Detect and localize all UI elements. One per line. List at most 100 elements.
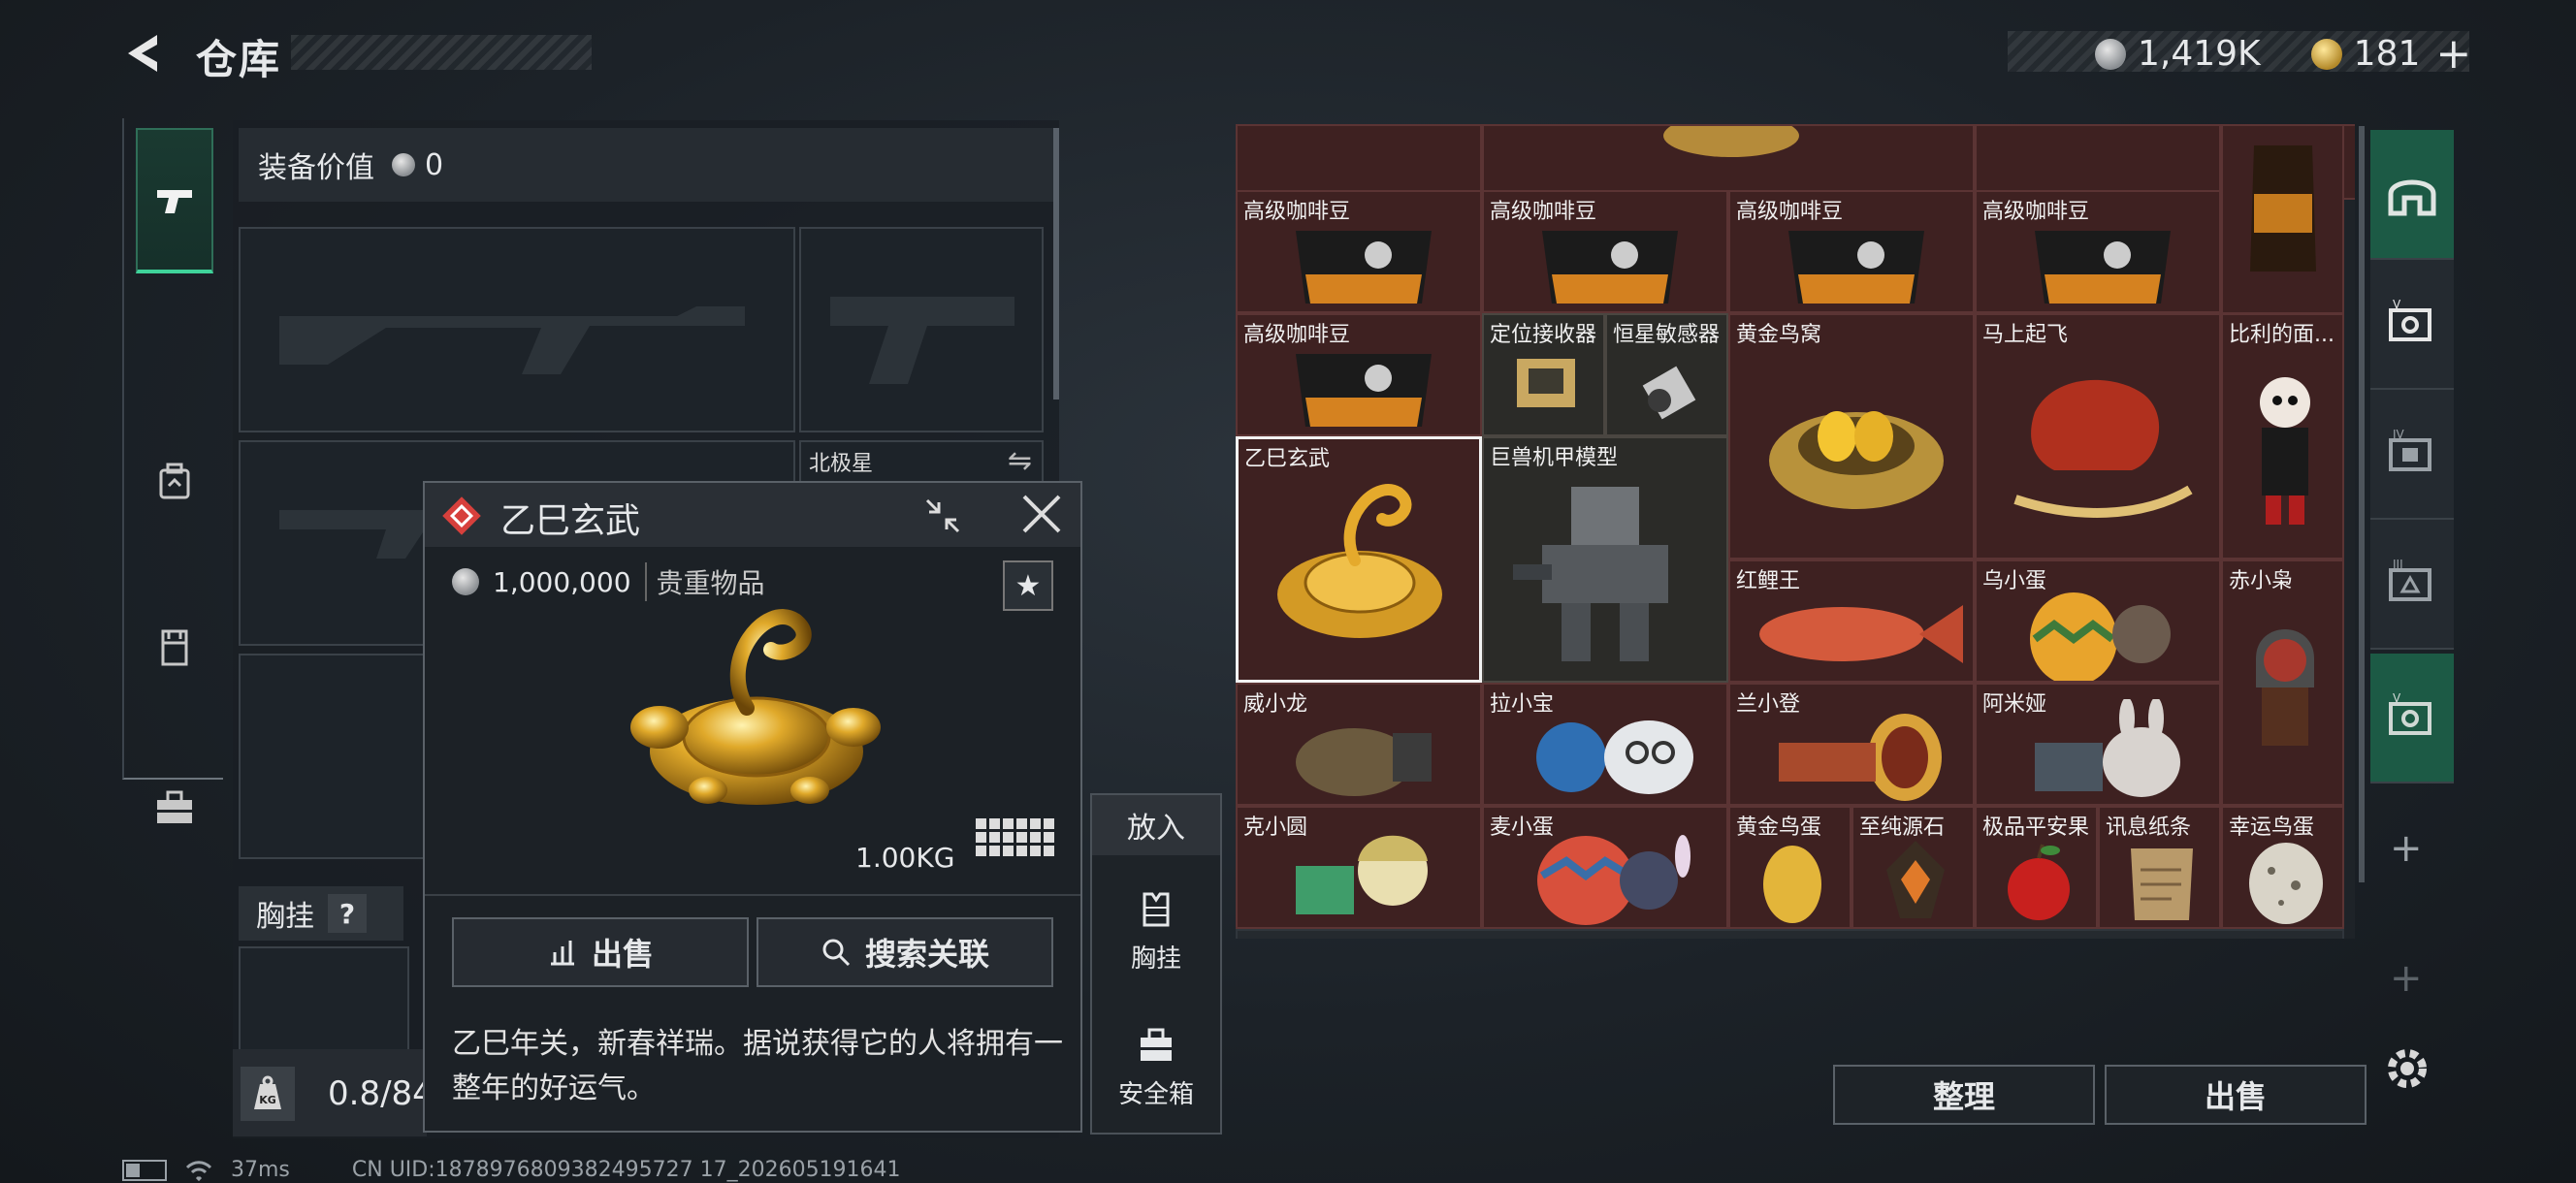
inventory-cell[interactable]: 高级咖啡豆 — [1975, 190, 2221, 313]
inventory-cell[interactable] — [1482, 124, 1975, 200]
silver-coin-icon — [2095, 38, 2126, 70]
inventory-cell[interactable]: 阿米娅 — [1975, 683, 2221, 806]
sell-item-button[interactable]: 出售 — [452, 917, 749, 987]
item-label: 赤小枭 — [2229, 569, 2294, 593]
inventory-cell[interactable]: 恒星敏感器 — [1605, 313, 1728, 436]
svg-text:III: III — [2393, 558, 2403, 571]
hooded-figure-image — [2256, 629, 2314, 746]
inventory-cell[interactable]: 威小龙 — [1236, 683, 1482, 806]
organize-button[interactable]: 整理 — [1833, 1065, 2095, 1125]
inventory-cell[interactable]: 高级咖啡豆 — [1728, 190, 1975, 313]
equipment-value: 0 — [425, 147, 444, 182]
item-label: 比利的面... — [2229, 323, 2334, 347]
rail-item-weapons[interactable] — [136, 128, 213, 273]
gold-tortoise-image — [601, 582, 902, 844]
paper-note-image — [2131, 848, 2193, 920]
favorite-button[interactable]: ★ — [1003, 560, 1053, 611]
collapse-icon[interactable] — [921, 495, 964, 547]
inventory-cell[interactable]: 比利的面... — [2221, 313, 2344, 560]
equipment-scrollbar[interactable] — [1053, 128, 1059, 400]
rail-item-vest[interactable] — [136, 574, 213, 719]
close-icon[interactable] — [1016, 489, 1067, 552]
billy-doll-image — [2260, 377, 2310, 525]
sell-button[interactable]: 出售 — [2105, 1065, 2367, 1125]
dragon-drum-image — [1779, 714, 1942, 801]
put-in-safebox-button[interactable]: 安全箱 — [1092, 1005, 1220, 1131]
inventory-empty-row[interactable] — [1236, 929, 2344, 939]
inventory-cell-selected[interactable]: 乙巳玄武 — [1236, 436, 1482, 683]
sidearm-slot[interactable] — [799, 227, 1044, 432]
inventory-cell[interactable]: 麦小蛋 — [1482, 806, 1728, 929]
add-currency-button[interactable]: + — [2435, 29, 2471, 79]
inventory-cell-coffee-bag[interactable] — [2221, 124, 2344, 314]
egg-bunny-image — [1537, 835, 1690, 925]
tab-storage-3[interactable]: III — [2370, 520, 2454, 650]
gold-item-image — [1663, 126, 1799, 157]
search-related-button[interactable]: 搜索关联 — [757, 917, 1053, 987]
svg-text:KG: KG — [259, 1094, 276, 1106]
storage-box-icon: III — [2389, 558, 2431, 601]
coffee-bean-pack-image — [1788, 231, 1924, 304]
inventory-cell[interactable]: 黄金鸟窝 — [1728, 313, 1975, 560]
primary-weapon-slot[interactable] — [239, 227, 795, 432]
inventory-cell[interactable]: 至纯源石 — [1852, 806, 1975, 929]
help-icon[interactable]: ? — [328, 894, 367, 933]
tab-storage-active[interactable]: V — [2370, 654, 2454, 783]
popup-item-title: 乙巳玄武 — [500, 501, 641, 541]
inventory-cell[interactable]: 黄金鸟蛋 — [1728, 806, 1852, 929]
inventory-cell[interactable]: 高级咖啡豆 — [1482, 190, 1728, 313]
toolbox-icon — [157, 790, 192, 823]
coffee-bean-pack-image — [1296, 231, 1432, 304]
inventory-cell[interactable]: 兰小登 — [1728, 683, 1975, 806]
rail-item-armor[interactable] — [136, 409, 213, 555]
vest-icon — [1143, 892, 1170, 926]
inventory-cell[interactable]: 马上起飞 — [1975, 313, 2221, 560]
svg-text:IV: IV — [2393, 428, 2405, 441]
inventory-cell[interactable]: 乌小蛋 — [1975, 560, 2221, 683]
inventory-cell[interactable]: 拉小宝 — [1482, 683, 1728, 806]
inventory-cell[interactable]: 高级咖啡豆 — [1236, 313, 1482, 436]
put-in-chest-rig-button[interactable]: 胸挂 — [1092, 869, 1220, 995]
wifi-icon — [185, 1160, 212, 1181]
gear-icon[interactable] — [2382, 1043, 2432, 1106]
rarity-diamond-icon — [440, 495, 483, 537]
toolbox-icon — [1141, 1028, 1172, 1061]
inventory-cell[interactable]: 克小圆 — [1236, 806, 1482, 929]
inventory-cell[interactable]: 定位接收器 — [1482, 313, 1605, 436]
back-button[interactable] — [118, 29, 173, 83]
tab-storage-5[interactable]: V — [2370, 260, 2454, 390]
inventory-cell[interactable]: 红鲤王 — [1728, 560, 1975, 683]
inventory-cell[interactable]: 高级咖啡豆 — [1236, 190, 1482, 313]
inventory-cell[interactable] — [1236, 124, 1482, 200]
inventory-cell[interactable]: 讯息纸条 — [2098, 806, 2221, 929]
add-tab-button[interactable]: + — [2390, 826, 2423, 871]
ping-text: 37ms — [231, 1158, 290, 1182]
inventory-cell[interactable]: 巨兽机甲模型 — [1482, 436, 1728, 683]
home-icon — [2388, 179, 2436, 216]
add-tab-button-disabled: + — [2390, 956, 2423, 1001]
category-rail — [122, 118, 223, 823]
doll-figure-image — [1296, 835, 1428, 914]
tab-warehouse-home[interactable] — [2370, 130, 2454, 260]
coffee-bean-pack-image — [1296, 354, 1432, 427]
inventory-scrollbar[interactable] — [2359, 126, 2365, 882]
equipment-value-label: 装备价值 — [258, 151, 374, 185]
inventory-cell[interactable]: 赤小枭 — [2221, 560, 2344, 806]
equipment-value-row: 装备价值 0 — [239, 128, 1053, 202]
status-bar: 37ms CN UID:1878976809382495727 17_20260… — [122, 1158, 901, 1182]
put-in-title: 放入 — [1092, 795, 1220, 855]
inventory-cell[interactable]: 幸运鸟蛋 — [2221, 806, 2344, 929]
storage-box-icon: V — [2389, 691, 2431, 735]
inventory-cell[interactable] — [1975, 124, 2221, 200]
swap-icon[interactable]: ⇋ — [1008, 444, 1032, 478]
gold-amount: 181 — [2353, 34, 2421, 74]
apple-image — [2008, 844, 2070, 920]
popup-divider — [425, 894, 1080, 896]
svg-text:V: V — [2393, 691, 2401, 705]
coffee-bean-pack-image — [2035, 231, 2171, 304]
chest-rig-slot[interactable] — [239, 946, 409, 1053]
rail-item-toolbox[interactable] — [136, 735, 213, 880]
northstar-label: 北极星 — [809, 452, 874, 476]
tab-storage-4[interactable]: IV — [2370, 390, 2454, 520]
inventory-cell[interactable]: 极品平安果 — [1975, 806, 2098, 929]
